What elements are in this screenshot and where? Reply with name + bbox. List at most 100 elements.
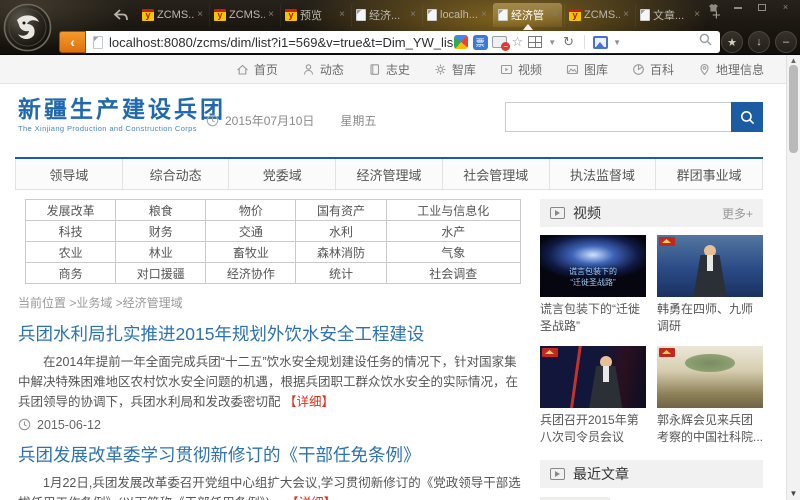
tab-close-icon[interactable]: × xyxy=(339,10,345,20)
category-cell[interactable]: 林业 xyxy=(116,242,206,263)
url-text[interactable]: localhost:8080/zcms/dim/list?i1=569&v=tr… xyxy=(109,35,453,50)
scroll-up-icon[interactable]: ▲ xyxy=(787,56,800,65)
category-cell[interactable]: 粮食 xyxy=(116,200,206,221)
nav-item-video[interactable]: 视频 xyxy=(500,61,542,78)
nav-tab-law[interactable]: 执法监督域 xyxy=(550,159,657,189)
chevron-down-icon[interactable]: ▼ xyxy=(548,38,556,47)
refresh-icon[interactable]: ↻ xyxy=(563,34,574,50)
category-cell[interactable]: 对口援疆 xyxy=(116,263,206,284)
category-cell[interactable]: 交通 xyxy=(206,221,296,242)
category-cell[interactable]: 工业与信息化 xyxy=(386,200,520,221)
theme-skin-icon[interactable] xyxy=(705,2,722,13)
video-item-3[interactable]: 兵团召开2015年第八次司令员会议 xyxy=(540,346,646,448)
address-bar[interactable]: localhost:8080/zcms/dim/list?i1=569&v=tr… xyxy=(86,31,720,53)
nav-tab-party[interactable]: 党委域 xyxy=(229,159,336,189)
downloads-button[interactable]: ↓ xyxy=(748,31,770,53)
tab-zcms-3[interactable]: y ZCMS... × xyxy=(564,3,633,27)
nav-item-label: 智库 xyxy=(452,61,476,78)
tab-close-icon[interactable]: × xyxy=(552,10,558,20)
adblocker-icon[interactable] xyxy=(492,34,508,50)
video-thumbnail[interactable] xyxy=(657,346,763,408)
tab-back-arrow-icon[interactable] xyxy=(110,5,132,25)
tab-economy[interactable]: 经济... × xyxy=(351,3,420,27)
article-title-link[interactable]: 兵团发展改革委学习贯彻新修订的《干部任免条例》 xyxy=(18,445,526,467)
category-cell[interactable]: 经济协作 xyxy=(206,263,296,284)
category-cell[interactable]: 商务 xyxy=(26,263,116,284)
category-cell[interactable]: 农业 xyxy=(26,242,116,263)
scroll-down-icon[interactable]: ▼ xyxy=(787,489,800,498)
tab-close-icon[interactable]: × xyxy=(197,10,203,20)
video-item-2[interactable]: 韩勇在四师、九师调研 xyxy=(657,235,763,337)
category-cell[interactable]: 畜牧业 xyxy=(206,242,296,263)
video-item-1[interactable]: 谎言包装下的 “迁徙圣战路” 谎言包装下的“迁徙圣战路” xyxy=(540,235,646,337)
site-brand[interactable]: 新疆生产建设兵团 The Xinjiang Production and Con… xyxy=(18,97,226,133)
tab-localhost[interactable]: localh... × xyxy=(422,3,491,27)
tab-zcms-2[interactable]: y ZCMS... × xyxy=(209,3,278,27)
category-cell[interactable]: 森林消防 xyxy=(296,242,386,263)
detail-link[interactable]: 【详细】 xyxy=(286,496,336,500)
photo-viewer-icon[interactable] xyxy=(592,34,608,50)
category-cell[interactable]: 水利 xyxy=(296,221,386,242)
tab-preview[interactable]: y 预览 × xyxy=(280,3,349,27)
back-button[interactable]: ‹ xyxy=(59,31,86,53)
tab-economy-mgmt-active[interactable]: 经济管 × xyxy=(493,3,562,27)
tab-close-icon[interactable]: × xyxy=(694,10,700,20)
video-item-4[interactable]: 郭永辉会见来兵团考察的中国社科院... xyxy=(657,346,763,448)
video-thumbnail[interactable] xyxy=(657,235,763,297)
tab-close-icon[interactable]: × xyxy=(481,10,487,20)
video-thumbnail[interactable] xyxy=(540,346,646,408)
category-cell[interactable]: 科技 xyxy=(26,221,116,242)
video-caption[interactable]: 郭永辉会见来兵团考察的中国社科院... xyxy=(657,412,763,448)
detail-link[interactable]: 【详细】 xyxy=(284,395,334,409)
video-caption[interactable]: 兵团召开2015年第八次司令员会议 xyxy=(540,412,646,448)
tab-close-icon[interactable]: × xyxy=(410,10,416,20)
more-link[interactable]: 更多+ xyxy=(722,205,753,222)
category-cell[interactable]: 财务 xyxy=(116,221,206,242)
tab-close-icon[interactable]: × xyxy=(268,10,274,20)
article-item-1: 兵团水利局扎实推进2015年规划外饮水安全工程建设 在2014年提前一年全面完成… xyxy=(18,324,526,432)
category-cell[interactable]: 统计 xyxy=(296,263,386,284)
ticket-icon[interactable]: 票 xyxy=(473,35,488,50)
grid-video-icon[interactable] xyxy=(527,34,543,50)
category-cell[interactable]: 气象 xyxy=(386,242,520,263)
category-cell[interactable]: 物价 xyxy=(206,200,296,221)
category-cell[interactable]: 水产 xyxy=(386,221,520,242)
maximize-button[interactable] xyxy=(753,2,770,13)
nav-item-dynamics[interactable]: 动态 xyxy=(302,61,344,78)
tab-article[interactable]: 文章... × xyxy=(635,3,704,27)
scrollbar-thumb[interactable] xyxy=(789,65,798,153)
tab-close-icon[interactable]: × xyxy=(623,10,629,20)
search-input[interactable] xyxy=(505,102,731,132)
nav-item-home[interactable]: 首页 xyxy=(236,61,278,78)
category-cell[interactable]: 发展改革 xyxy=(26,200,116,221)
minimize-button[interactable] xyxy=(729,2,746,13)
category-cell[interactable]: 社会调查 xyxy=(386,263,520,284)
nav-tab-leadership[interactable]: 领导域 xyxy=(15,159,123,189)
category-cell[interactable]: 国有资产 xyxy=(296,200,386,221)
magnifier-icon[interactable] xyxy=(699,33,712,51)
more-button[interactable]: – xyxy=(775,31,797,53)
nav-tab-mass-org[interactable]: 群团事业域 xyxy=(656,159,763,189)
colorful-extension-icon[interactable] xyxy=(453,34,469,50)
video-caption[interactable]: 谎言包装下的“迁徙圣战路” xyxy=(540,301,646,337)
nav-item-history[interactable]: 志史 xyxy=(368,61,410,78)
content-area: 发展改革 粮食 物价 国有资产 工业与信息化 科技 财务 交通 水利 水产 农业… xyxy=(0,190,786,500)
nav-tab-economy[interactable]: 经济管理域 xyxy=(336,159,443,189)
video-thumbnail[interactable]: 谎言包装下的 “迁徙圣战路” xyxy=(540,235,646,297)
page-scrollbar[interactable]: ▲ ▼ xyxy=(786,55,800,500)
nav-item-geo[interactable]: 地理信息 xyxy=(698,61,764,78)
nav-item-wiki[interactable]: 百科 xyxy=(632,61,674,78)
nav-item-thinktank[interactable]: 智库 xyxy=(434,61,476,78)
video-caption[interactable]: 韩勇在四师、九师调研 xyxy=(657,301,763,337)
article-title-link[interactable]: 兵团水利局扎实推进2015年规划外饮水安全工程建设 xyxy=(18,324,526,346)
favorites-button[interactable]: ★ xyxy=(721,31,743,53)
close-button[interactable]: × xyxy=(777,2,794,13)
section-title: 视频 xyxy=(573,203,601,223)
nav-tab-general[interactable]: 综合动态 xyxy=(123,159,230,189)
tab-zcms-1[interactable]: y ZCMS... × xyxy=(138,3,207,27)
nav-tab-social[interactable]: 社会管理域 xyxy=(443,159,550,189)
search-button[interactable] xyxy=(731,102,763,132)
star-icon[interactable]: ☆ xyxy=(512,34,524,50)
chevron-down-icon[interactable]: ▼ xyxy=(613,38,621,47)
nav-item-gallery[interactable]: 图库 xyxy=(566,61,608,78)
